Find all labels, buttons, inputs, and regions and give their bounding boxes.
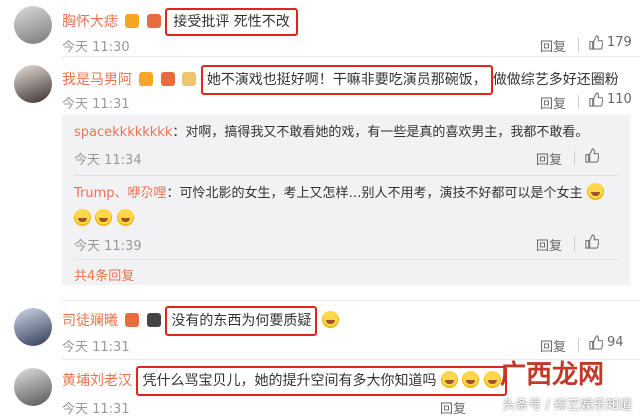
reply-item: Trump、咿尕哩：可怜北影的女生，考上又怎样…别人不用考，演技不好都可以是个女…	[74, 183, 624, 205]
comment-item: 司徒斓曦 没有的东西为何要质疑 今天 11:31 回复 94	[0, 300, 640, 358]
divider	[574, 151, 575, 165]
laughing-emoji-icon	[95, 209, 113, 226]
reply-text: ：对啊，搞得我又不敢看她的戏，有一些是真的喜欢男主，我都不敢看。	[172, 125, 589, 140]
watermark-logo: 广西龙网	[499, 360, 604, 390]
emoji-row	[74, 209, 134, 227]
like-count: 94	[607, 335, 624, 350]
laughing-emoji-icon	[586, 183, 604, 200]
avatar[interactable]	[14, 308, 52, 346]
reply-button[interactable]: 回复	[540, 336, 566, 355]
reply-button[interactable]: 回复	[540, 36, 566, 55]
reply-username[interactable]: spacekkkkkkkk	[74, 125, 172, 140]
reply-time: 今天 11:39	[74, 239, 142, 254]
reply-username[interactable]: Trump、咿尕哩	[74, 186, 167, 201]
comment-text: 她不演戏也挺好啊！干嘛非要吃演员那碗饭，	[206, 72, 487, 88]
divider	[578, 338, 579, 352]
comment-time: 今天 11:31	[62, 340, 130, 355]
verified-badge-icon	[125, 14, 140, 28]
comment-text-rest: 做做综艺多好还圈粉	[492, 72, 619, 88]
like-button[interactable]: 94	[588, 335, 624, 350]
divider	[578, 95, 579, 109]
comment-text-highlight: 没有的东西为何要质疑	[165, 306, 318, 336]
comment-text: 凭什么骂宝贝儿，她的提升空间有多大你知道吗	[142, 373, 437, 389]
avatar[interactable]	[14, 65, 52, 103]
username[interactable]: 胸怀大痣	[62, 14, 118, 30]
comment-text-highlight: 她不演戏也挺好啊！干嘛非要吃演员那碗饭，	[200, 65, 493, 95]
like-count: 110	[607, 92, 632, 107]
reply-button[interactable]: 回复	[440, 398, 466, 417]
thumbs-up-icon	[589, 35, 603, 50]
comment-time: 今天 11:31	[62, 402, 130, 417]
username[interactable]: 黄埔刘老汉	[62, 373, 132, 389]
divider	[74, 175, 618, 176]
like-button[interactable]	[584, 148, 599, 163]
reply-button[interactable]: 回复	[536, 235, 562, 254]
thumbs-up-icon	[589, 92, 603, 107]
watermark-text: 头条号 / 综艺娱乐知道	[502, 398, 632, 413]
comment-item: 我是马男阿 她不演戏也挺好啊！干嘛非要吃演员那碗饭， 做做综艺多好还圈粉 今天 1…	[0, 57, 640, 285]
more-replies-link[interactable]: 共4条回复	[74, 265, 134, 284]
doge-emoji-icon	[462, 371, 480, 388]
reply-button[interactable]: 回复	[536, 149, 562, 168]
comment-text-highlight: 接受批评 死性不改	[165, 8, 298, 36]
reply-time: 今天 11:34	[74, 153, 142, 168]
avatar[interactable]	[14, 6, 52, 44]
avatar[interactable]	[14, 368, 52, 406]
doge-emoji-icon	[321, 311, 339, 328]
like-button[interactable]: 179	[588, 35, 632, 50]
reply-text: ：可怜北影的女生，考上又怎样…别人不用考，演技不好都可以是个女主	[166, 186, 583, 201]
divider	[574, 237, 575, 251]
comment-text: 没有的东西为何要质疑	[171, 313, 312, 329]
like-button[interactable]: 110	[588, 92, 632, 107]
username[interactable]: 司徒斓曦	[62, 313, 118, 329]
panda-badge-icon	[146, 313, 161, 327]
divider	[578, 38, 579, 52]
comment-time: 今天 11:30	[62, 40, 130, 55]
laughing-emoji-icon	[116, 209, 134, 226]
comment-text: 接受批评 死性不改	[173, 14, 290, 30]
comment-item: 胸怀大痣 接受批评 死性不改 今天 11:30 回复 179	[0, 0, 640, 56]
level-badge-icon	[125, 313, 140, 327]
like-count: 179	[607, 35, 632, 50]
replies-panel: spacekkkkkkkk：对啊，搞得我又不敢看她的戏，有一些是真的喜欢男主，我…	[62, 115, 630, 285]
laughing-emoji-icon	[74, 209, 91, 226]
reply-item: spacekkkkkkkk：对啊，搞得我又不敢看她的戏，有一些是真的喜欢男主，我…	[74, 123, 624, 143]
thumbs-up-icon	[585, 148, 599, 163]
doge-emoji-icon	[440, 371, 458, 388]
thumbs-up-icon	[589, 335, 603, 350]
like-button[interactable]	[584, 234, 599, 249]
doge-emoji-icon	[483, 371, 501, 388]
thumbs-up-icon	[585, 234, 599, 249]
fan-badge-icon	[182, 72, 197, 86]
divider	[74, 259, 618, 260]
comment-time: 今天 11:31	[62, 97, 130, 112]
reply-button[interactable]: 回复	[540, 93, 566, 112]
level-badge-icon	[146, 14, 161, 28]
level-badge-icon	[160, 72, 175, 86]
verified-badge-icon	[139, 72, 154, 86]
comment-text-highlight: 凭什么骂宝贝儿，她的提升空间有多大你知道吗	[136, 366, 507, 396]
username[interactable]: 我是马男阿	[62, 72, 132, 88]
